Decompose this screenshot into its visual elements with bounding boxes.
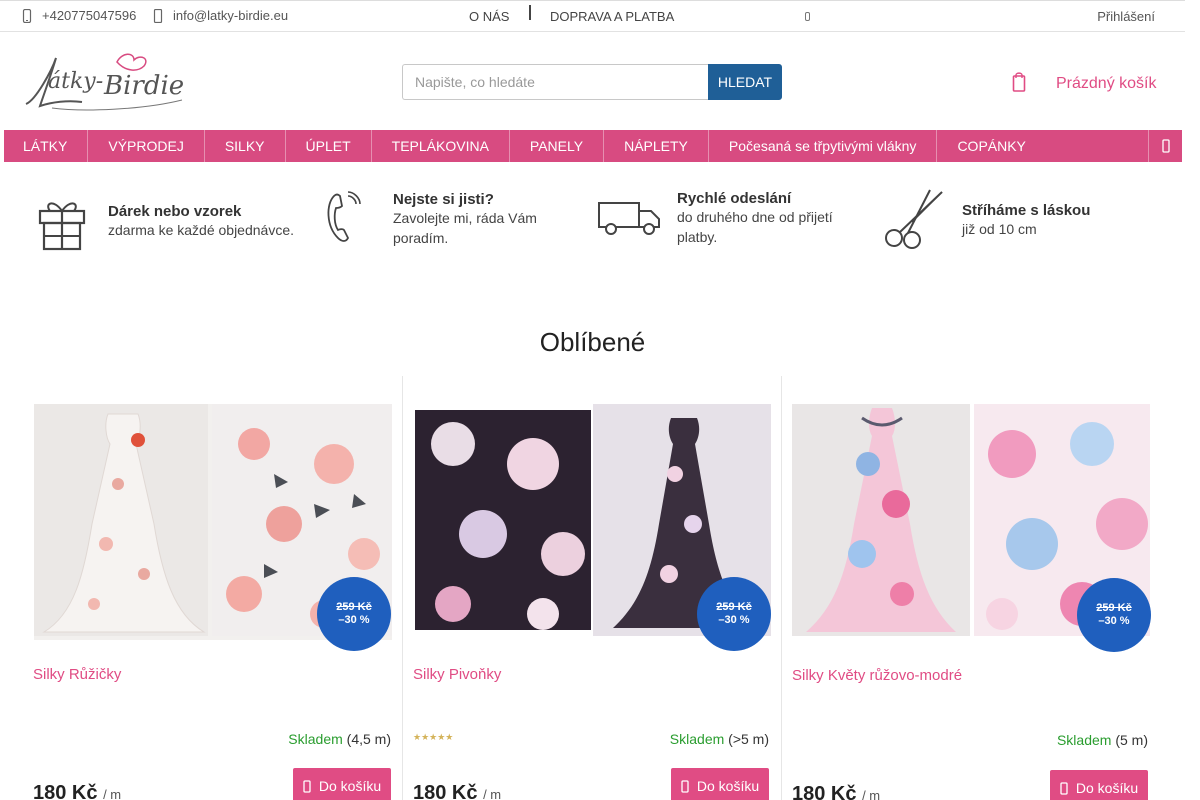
nav-copanky[interactable]: COPÁNKY [937, 130, 1045, 162]
nav-uplet[interactable]: ÚPLET [286, 130, 372, 162]
benefit-title: Nejste si jisti? [393, 191, 494, 208]
stock-status: Skladem (5 m) [1057, 732, 1148, 748]
top-bar: +420775047596 info@latky-birdie.eu O NÁS… [0, 0, 1185, 32]
product-card[interactable]: 259 Kč –30 % Silky Květy růžovo-modré Sk… [781, 376, 1160, 800]
discount-badge: 259 Kč –30 % [1077, 578, 1151, 652]
scissors-icon [882, 188, 946, 253]
email-small-icon [153, 8, 165, 23]
stock-status: Skladem (>5 m) [670, 731, 769, 747]
discount-badge: 259 Kč –30 % [317, 577, 391, 651]
nav-latky[interactable]: LÁTKY [4, 130, 89, 162]
price-unit: / m [483, 787, 502, 800]
link-o-nas[interactable]: O NÁS [469, 9, 509, 24]
stock-label: Skladem [1056, 732, 1112, 748]
phone-number[interactable]: +420775047596 [42, 8, 136, 23]
cart-small-icon [1060, 782, 1068, 795]
cart[interactable]: Prázdný košík [1012, 72, 1156, 95]
rating-stars: ★★★★★ [413, 732, 454, 742]
search-button[interactable]: HLEDAT [708, 64, 782, 100]
add-to-cart-label[interactable]: Do košíku [1076, 780, 1138, 796]
discount-percent: –30 % [718, 614, 750, 626]
product-card[interactable]: 259 Kč –30 % Silky Pivoňky ★★★★★ Skladem… [402, 376, 781, 800]
phone-small-icon [22, 8, 34, 23]
cart-small-icon [303, 780, 311, 793]
benefit-text: již od 10 cm [962, 221, 1037, 237]
benefit-text: Zavolejte mi, ráda Vám poradím. [393, 210, 537, 246]
nav-panely[interactable]: PANELY [510, 130, 605, 162]
cart-label[interactable]: Prázdný košík [1056, 75, 1156, 93]
email-contact[interactable]: info@latky-birdie.eu [153, 8, 288, 23]
add-to-cart-button[interactable]: Do košíku [293, 768, 391, 800]
site-logo[interactable]: átky- Birdie [22, 50, 187, 112]
nav-teplakovina[interactable]: TEPLÁKOVINA [372, 130, 510, 162]
cart-small-icon [681, 780, 689, 793]
benefit-text: do druhého dne od přijetí platby. [677, 209, 833, 245]
old-price: 259 Kč [716, 601, 752, 613]
product-name[interactable]: Silky Růžičky [33, 666, 121, 683]
old-price: 259 Kč [336, 601, 372, 613]
stock-qty: (>5 m) [728, 731, 769, 747]
product-card[interactable]: 259 Kč –30 % Silky Růžičky Skladem (4,5 … [24, 376, 403, 800]
cart-icon[interactable] [1012, 72, 1026, 95]
benefit-shipping: Rychlé odeslání do druhého dne od přijet… [597, 190, 847, 247]
link-doprava-a-platba[interactable]: DOPRAVA A PLATBA [550, 9, 674, 24]
nav-pocesana[interactable]: Počesaná se třpytivými vlákny [709, 130, 938, 162]
gift-icon [36, 189, 88, 254]
email-address[interactable]: info@latky-birdie.eu [173, 8, 288, 23]
nav-more-button[interactable] [1148, 130, 1182, 162]
phone-contact[interactable]: +420775047596 [22, 8, 136, 23]
search-input[interactable] [402, 64, 708, 100]
price-unit: / m [862, 788, 881, 800]
product-name[interactable]: Silky Pivoňky [413, 666, 501, 683]
login-link[interactable]: Přihlášení [1097, 9, 1155, 24]
svg-text:átky-: átky- [48, 69, 103, 94]
stock-qty: (4,5 m) [346, 731, 391, 747]
product-price: 180 Kč / m [792, 783, 880, 800]
benefit-cutting: Stříháme s láskou již od 10 cm [882, 188, 1090, 253]
add-to-cart-label[interactable]: Do košíku [697, 778, 759, 794]
benefit-title: Rychlé odeslání [677, 190, 792, 207]
add-to-cart-label[interactable]: Do košíku [319, 778, 381, 794]
nav-vyprodej[interactable]: VÝPRODEJ [88, 130, 205, 162]
product-price: 180 Kč / m [413, 782, 501, 800]
language-icon[interactable] [805, 12, 810, 21]
benefit-text: zdarma ke každé objednávce. [108, 222, 294, 238]
price-unit: / m [103, 787, 122, 800]
discount-badge: 259 Kč –30 % [697, 577, 771, 651]
stock-label: Skladem [669, 731, 725, 747]
truck-icon [597, 197, 661, 240]
topbar-divider [529, 5, 531, 20]
benefit-title: Stříháme s láskou [962, 202, 1091, 219]
menu-more-icon [1161, 139, 1170, 153]
phone-icon [324, 190, 364, 249]
stock-qty: (5 m) [1115, 732, 1148, 748]
stock-label: Skladem [288, 731, 343, 747]
add-to-cart-button[interactable]: Do košíku [671, 768, 769, 800]
nav-naplety[interactable]: NÁPLETY [604, 130, 709, 162]
main-navigation: LÁTKY VÝPRODEJ SILKY ÚPLET TEPLÁKOVINA P… [4, 130, 1182, 162]
benefit-gift: Dárek nebo vzorek zdarma ke každé objedn… [36, 189, 294, 254]
price-value: 180 Kč [792, 783, 857, 800]
price-value: 180 Kč [33, 782, 98, 800]
svg-text:Birdie: Birdie [103, 71, 184, 101]
search-bar: HLEDAT [402, 64, 782, 100]
nav-silky[interactable]: SILKY [205, 130, 286, 162]
stock-status: Skladem (4,5 m) [288, 731, 391, 747]
product-price: 180 Kč / m [33, 782, 121, 800]
product-name[interactable]: Silky Květy růžovo-modré [792, 667, 962, 684]
discount-percent: –30 % [1098, 615, 1130, 627]
section-title: Oblíbené [539, 327, 646, 357]
benefit-title: Dárek nebo vzorek [108, 203, 242, 220]
add-to-cart-button[interactable]: Do košíku [1050, 770, 1148, 800]
old-price: 259 Kč [1096, 602, 1132, 614]
price-value: 180 Kč [413, 782, 478, 800]
discount-percent: –30 % [338, 614, 370, 626]
benefit-phone: Nejste si jisti? Zavolejte mi, ráda Vám … [324, 190, 573, 249]
